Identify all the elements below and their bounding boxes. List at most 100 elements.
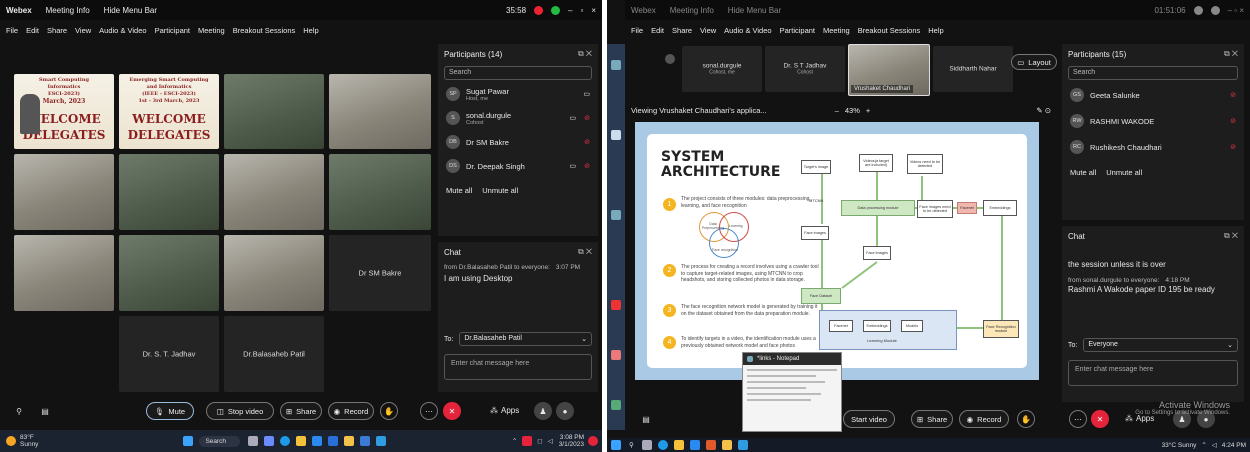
webex-taskbar-icon[interactable] <box>376 436 387 446</box>
edge-icon[interactable] <box>280 436 291 446</box>
popout-icon[interactable]: ⧉ ✕ <box>1224 231 1238 241</box>
video-tile-participant[interactable] <box>329 154 431 230</box>
strip-prev-icon[interactable] <box>665 54 675 64</box>
desktop-icon[interactable] <box>611 130 621 140</box>
participant-row[interactable]: SP Sugat Pawar Host, me ▭ <box>438 82 598 106</box>
menu-audio-video[interactable]: Audio & Video <box>724 26 771 35</box>
menu-help[interactable]: Help <box>928 26 943 35</box>
explorer-icon[interactable] <box>673 440 684 450</box>
mail-icon[interactable] <box>328 436 339 446</box>
taskview-icon[interactable] <box>641 440 652 450</box>
notepad-window[interactable]: *links - Notepad <box>742 352 842 432</box>
participant-row[interactable]: RC Rushikesh Chaudhari ⊘ <box>1062 134 1244 160</box>
notification-icon[interactable] <box>588 436 598 446</box>
video-tile-dr-st-jadhav[interactable]: Dr. S. T. Jadhav <box>119 316 219 392</box>
chat-recipient-select[interactable]: To: Everyone ⌄ <box>1068 338 1238 352</box>
menu-share[interactable]: Share <box>672 26 692 35</box>
desktop-icon[interactable] <box>611 350 621 360</box>
menu-file[interactable]: File <box>631 26 643 35</box>
video-tile-participant[interactable] <box>329 74 431 149</box>
desktop-icon[interactable] <box>611 60 621 70</box>
chat-toggle-icon[interactable]: ● <box>556 402 574 420</box>
edge-icon[interactable] <box>657 440 668 450</box>
office-icon[interactable] <box>705 440 716 450</box>
taskview-icon[interactable] <box>248 436 259 446</box>
menu-participant[interactable]: Participant <box>155 26 190 35</box>
end-call-button[interactable]: ✕ <box>443 402 461 420</box>
menu-participant[interactable]: Participant <box>780 26 815 35</box>
mute-button[interactable]: 🎙 Mute <box>146 402 194 420</box>
popout-icon[interactable]: ⧉ ✕ <box>1224 49 1238 59</box>
popout-icon[interactable]: ⧉ ✕ <box>578 49 592 59</box>
store-icon[interactable] <box>312 436 323 446</box>
menu-meeting[interactable]: Meeting <box>198 26 225 35</box>
audio-connection-icon[interactable]: ⚲ <box>10 402 28 420</box>
word-icon[interactable] <box>360 436 371 446</box>
explorer-icon[interactable] <box>296 436 307 446</box>
participant-row[interactable]: GS Geeta Salunke ⊘ <box>1062 82 1244 108</box>
apps-button[interactable]: ⁂ Apps <box>490 406 519 415</box>
participants-toggle-icon[interactable]: ♟ <box>534 402 552 420</box>
desktop-icon[interactable] <box>611 300 621 310</box>
video-tile-dr-sm-bakre[interactable]: Dr SM Bakre <box>329 235 431 311</box>
popout-icon[interactable]: ⧉ ✕ <box>578 247 592 257</box>
zoom-out-icon[interactable]: – <box>835 106 839 115</box>
menu-file[interactable]: File <box>6 26 18 35</box>
webex-taskbar-icon[interactable] <box>737 440 748 450</box>
mute-all-button[interactable]: Mute all <box>1070 168 1096 177</box>
menu-share[interactable]: Share <box>47 26 67 35</box>
menu-help[interactable]: Help <box>303 26 318 35</box>
chat-input[interactable]: Enter chat message here <box>444 354 592 380</box>
record-button[interactable]: ◉ Record <box>959 410 1009 428</box>
meeting-info-button[interactable]: Meeting Info <box>670 6 714 15</box>
menu-edit[interactable]: Edit <box>651 26 664 35</box>
video-tile-dr-balasaheb[interactable]: Dr.Balasaheb Patil <box>224 316 324 392</box>
more-icon[interactable]: ⋯ <box>1069 410 1087 428</box>
unmute-all-button[interactable]: Unmute all <box>1106 168 1142 177</box>
reactions-icon[interactable]: ✋ <box>1017 410 1035 428</box>
strip-tile-active[interactable]: Vrushaket Chaudhari <box>848 44 930 96</box>
captions-icon[interactable]: ▤ <box>36 402 54 420</box>
menu-view[interactable]: View <box>75 26 91 35</box>
chrome-icon[interactable] <box>344 436 355 446</box>
menu-audio-video[interactable]: Audio & Video <box>99 26 146 35</box>
participants-search[interactable]: Search <box>1068 66 1238 80</box>
annotate-icon[interactable]: ✎ ⊙ <box>1036 106 1051 115</box>
video-tile-participant[interactable] <box>119 235 219 311</box>
windows-start-icon[interactable] <box>611 440 621 450</box>
menu-edit[interactable]: Edit <box>26 26 39 35</box>
participant-row[interactable]: RW RASHMI WAKODE ⊘ <box>1062 108 1244 134</box>
menu-meeting[interactable]: Meeting <box>823 26 850 35</box>
meeting-info-button[interactable]: Meeting Info <box>46 6 90 15</box>
desktop-icon[interactable] <box>611 210 621 220</box>
widgets-icon[interactable] <box>264 436 275 446</box>
participant-row[interactable]: S sonal.durgule Cohost ▭ ⊘ <box>438 106 598 130</box>
participants-search[interactable]: Search <box>444 66 592 80</box>
tray-expand-icon[interactable]: ⌃ <box>1201 441 1206 449</box>
restore-button[interactable]: ▫ <box>580 6 583 15</box>
mute-all-button[interactable]: Mute all <box>446 186 472 195</box>
chrome-icon[interactable] <box>721 440 732 450</box>
record-tray-icon[interactable] <box>522 436 533 446</box>
start-video-button[interactable]: Start video <box>843 410 895 428</box>
menu-breakout[interactable]: Breakout Sessions <box>858 26 921 35</box>
reactions-icon[interactable]: ✋ <box>380 402 398 420</box>
strip-tile[interactable]: Dr. S T Jadhav Cohost <box>765 46 845 92</box>
taskbar-search[interactable]: Search <box>199 435 241 447</box>
zoom-in-icon[interactable]: + <box>866 106 870 115</box>
video-tile-participant[interactable] <box>14 154 114 230</box>
video-tile-participant[interactable] <box>224 235 324 311</box>
layout-button[interactable]: ▭ Layout <box>1011 54 1057 70</box>
video-tile-banner2[interactable]: Emerging Smart Computing and Informatics… <box>119 74 219 149</box>
participant-row[interactable]: DB Dr SM Bakre ⊘ <box>438 130 598 154</box>
video-tile-participant[interactable] <box>224 154 324 230</box>
chat-recipient-select[interactable]: To: Dr.Balasaheb Patil ⌄ <box>444 332 592 346</box>
store-icon[interactable] <box>689 440 700 450</box>
desktop-icon[interactable] <box>611 400 621 410</box>
share-button[interactable]: ⊞ Share <box>280 402 322 420</box>
close-button[interactable]: × <box>591 6 596 15</box>
video-tile-participant[interactable] <box>224 74 324 149</box>
participant-row[interactable]: DS Dr. Deepak Singh ▭ ⊘ <box>438 154 598 178</box>
record-button[interactable]: ◉ Record <box>328 402 374 420</box>
video-tile-banner[interactable]: Smart Computing Informatics ESCI-2023) M… <box>14 74 114 149</box>
